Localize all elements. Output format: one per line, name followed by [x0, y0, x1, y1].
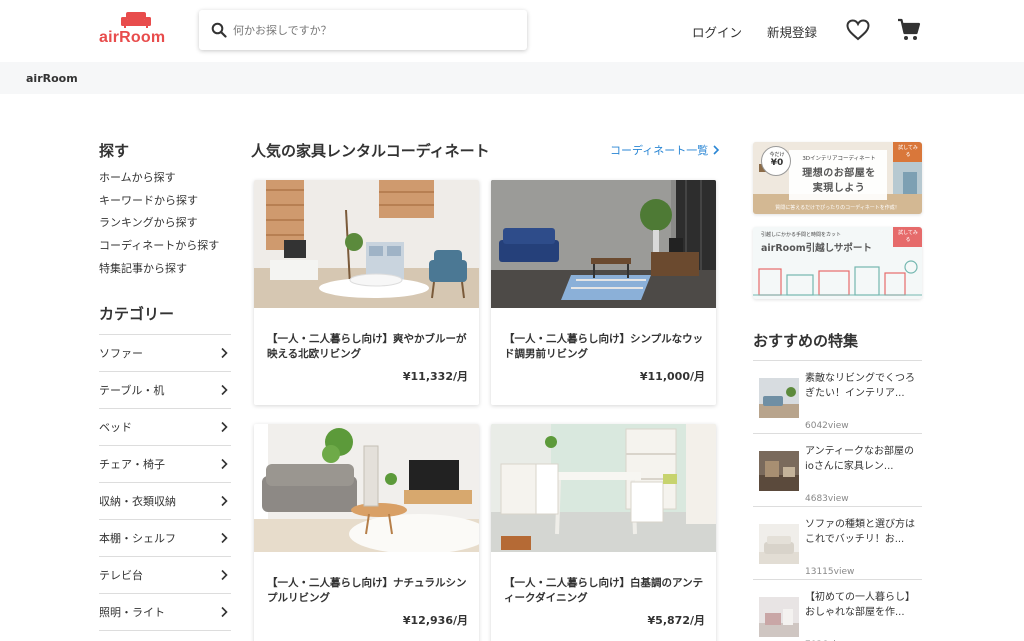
cart-icon[interactable] — [897, 18, 921, 42]
banner-line1: 理想のお部屋を — [802, 168, 876, 179]
logo[interactable]: airRoom — [99, 12, 171, 46]
chevron-right-icon — [221, 569, 228, 581]
free-badge-value: ¥0 — [770, 158, 784, 168]
moving-support-banner[interactable]: 引越しにかかる手間と時間をカット airRoom引越しサポート 試してみる — [753, 227, 922, 299]
category-item-shelf[interactable]: 本棚・シェルフ — [99, 520, 231, 557]
article-thumbnail — [759, 451, 799, 491]
search-links: ホームから探す キーワードから探す ランキングから探す コーディネートから探す … — [99, 170, 239, 283]
free-badge-top: 今だけ — [769, 152, 785, 158]
card-title: 【一人・二人暮らし向け】白基調のアンティークダイニング — [504, 577, 704, 604]
article-item[interactable]: アンティークなお部屋のioさんに家具レン... 4683view — [753, 434, 922, 507]
article-views: 6042view — [805, 421, 849, 431]
category-label: ベッド — [99, 421, 132, 434]
card-photo-nordic-living — [254, 180, 479, 308]
chevron-right-icon — [221, 532, 228, 544]
coordinate-section-title: 人気の家具レンタルコーディネート — [251, 142, 490, 160]
article-thumbnail — [759, 524, 799, 564]
category-label: 収納・衣類収納 — [99, 495, 176, 508]
search-link-coordinate[interactable]: コーディネートから探す — [99, 238, 239, 261]
category-label: チェア・椅子 — [99, 458, 165, 471]
article-thumbnail — [759, 378, 799, 418]
article-title: 素敵なリビングでくつろぎたい！インテリア... — [805, 373, 915, 399]
logo-text: airRoom — [99, 29, 166, 46]
chevron-right-icon — [221, 347, 228, 359]
recommended-list: 素敵なリビングでくつろぎたい！インテリア... 6042view アンティークな… — [753, 360, 922, 641]
banner-corner-text: 試してみる — [898, 145, 918, 158]
banner-subtitle: 3Dインテリアコーディネート — [802, 156, 876, 162]
category-item-bed[interactable]: ベッド — [99, 409, 231, 446]
card-photo-wood-living — [491, 180, 716, 308]
category-item-chair[interactable]: チェア・椅子 — [99, 446, 231, 483]
search-link-articles[interactable]: 特集記事から探す — [99, 261, 239, 284]
article-title: ソファの種類と選び方はこれでバッチリ！お... — [805, 519, 915, 545]
coordinate-card[interactable]: 【一人・二人暮らし向け】シンプルなウッド調男前リビング ¥11,000/月 — [491, 180, 716, 405]
search-input[interactable] — [233, 18, 513, 42]
banner2-caption: 引越しにかかる手間と時間をカット — [761, 232, 842, 238]
recommended-features-title: おすすめの特集 — [753, 332, 859, 350]
card-price: ¥5,872/月 — [647, 614, 705, 627]
sofa-logo-icon — [121, 12, 151, 28]
coordinate-card[interactable]: 【一人・二人暮らし向け】爽やかブルーが映える北欧リビング ¥11,332/月 — [254, 180, 479, 405]
coordinate-card[interactable]: 【一人・二人暮らし向け】白基調のアンティークダイニング ¥5,872/月 — [491, 424, 716, 641]
banner2-title: airRoom引越しサポート — [761, 243, 872, 254]
breadcrumb[interactable]: airRoom — [26, 72, 78, 85]
banner-line2: 実現しよう — [812, 183, 866, 194]
search-section-title: 探す — [99, 142, 130, 160]
category-item-table[interactable]: テーブル・机 — [99, 372, 231, 409]
banner2-corner-text: 試してみる — [898, 230, 918, 243]
coordinate-list-link[interactable]: コーディネート一覧 — [610, 142, 720, 158]
banner-caption: 質問に答えるだけでぴったりのコーディネートを作成！ — [775, 205, 900, 211]
search-link-home[interactable]: ホームから探す — [99, 170, 239, 193]
card-photo-natural-living — [254, 424, 479, 552]
article-views: 4683view — [805, 494, 849, 504]
category-label: ソファー — [99, 347, 143, 360]
card-price: ¥11,000/月 — [639, 370, 705, 383]
category-item-lighting[interactable]: 照明・ライト — [99, 594, 231, 631]
card-title: 【一人・二人暮らし向け】ナチュラルシンプルリビング — [267, 577, 467, 604]
category-list: ソファー テーブル・机 ベッド チェア・椅子 収納・衣類収納 本棚・シェルフ テ… — [99, 334, 231, 631]
category-label: 照明・ライト — [99, 606, 165, 619]
chevron-right-icon — [221, 384, 228, 396]
category-label: 本棚・シェルフ — [99, 532, 176, 545]
login-link[interactable]: ログイン — [692, 22, 742, 41]
breadcrumb-bar: airRoom — [0, 62, 1024, 94]
article-views: 13115view — [805, 567, 855, 577]
article-thumbnail — [759, 597, 799, 637]
search-link-ranking[interactable]: ランキングから探す — [99, 215, 239, 238]
search-link-keyword[interactable]: キーワードから探す — [99, 193, 239, 216]
category-label: テーブル・机 — [99, 384, 165, 397]
site-header: airRoom ログイン 新規登録 — [0, 0, 1024, 62]
category-label: テレビ台 — [99, 569, 143, 582]
card-price: ¥12,936/月 — [402, 614, 468, 627]
3d-coordinate-banner[interactable]: 今だけ ¥0 3Dインテリアコーディネート 理想のお部屋を 実現しよう 質問に答… — [753, 142, 922, 214]
article-item[interactable]: ソファの種類と選び方はこれでバッチリ！お... 13115view — [753, 507, 922, 580]
card-photo-antique-dining — [491, 424, 716, 552]
search-box[interactable] — [199, 10, 527, 50]
chevron-right-icon — [221, 495, 228, 507]
article-item[interactable]: 【初めての一人暮らし】おしゃれな部屋を作... 7026view — [753, 580, 922, 641]
free-badge: 今だけ ¥0 — [761, 146, 791, 176]
article-title: アンティークなお部屋のioさんに家具レン... — [805, 446, 914, 472]
search-icon — [211, 22, 227, 38]
category-item-storage[interactable]: 収納・衣類収納 — [99, 483, 231, 520]
chevron-right-icon — [221, 606, 228, 618]
card-title: 【一人・二人暮らし向け】シンプルなウッド調男前リビング — [504, 333, 704, 360]
card-price: ¥11,332/月 — [402, 370, 468, 383]
article-title: 【初めての一人暮らし】おしゃれな部屋を作... — [805, 592, 915, 618]
chevron-right-icon — [221, 458, 228, 470]
heart-icon[interactable] — [846, 19, 870, 41]
register-link[interactable]: 新規登録 — [767, 22, 817, 41]
chevron-right-icon — [221, 421, 228, 433]
card-title: 【一人・二人暮らし向け】爽やかブルーが映える北欧リビング — [267, 333, 467, 360]
category-section-title: カテゴリー — [99, 305, 175, 323]
coordinate-list-label: コーディネート一覧 — [610, 144, 709, 157]
coordinate-card[interactable]: 【一人・二人暮らし向け】ナチュラルシンプルリビング ¥12,936/月 — [254, 424, 479, 641]
article-item[interactable]: 素敵なリビングでくつろぎたい！インテリア... 6042view — [753, 361, 922, 434]
category-item-tv-stand[interactable]: テレビ台 — [99, 557, 231, 594]
category-item-sofa[interactable]: ソファー — [99, 335, 231, 372]
chevron-right-icon — [713, 145, 720, 155]
